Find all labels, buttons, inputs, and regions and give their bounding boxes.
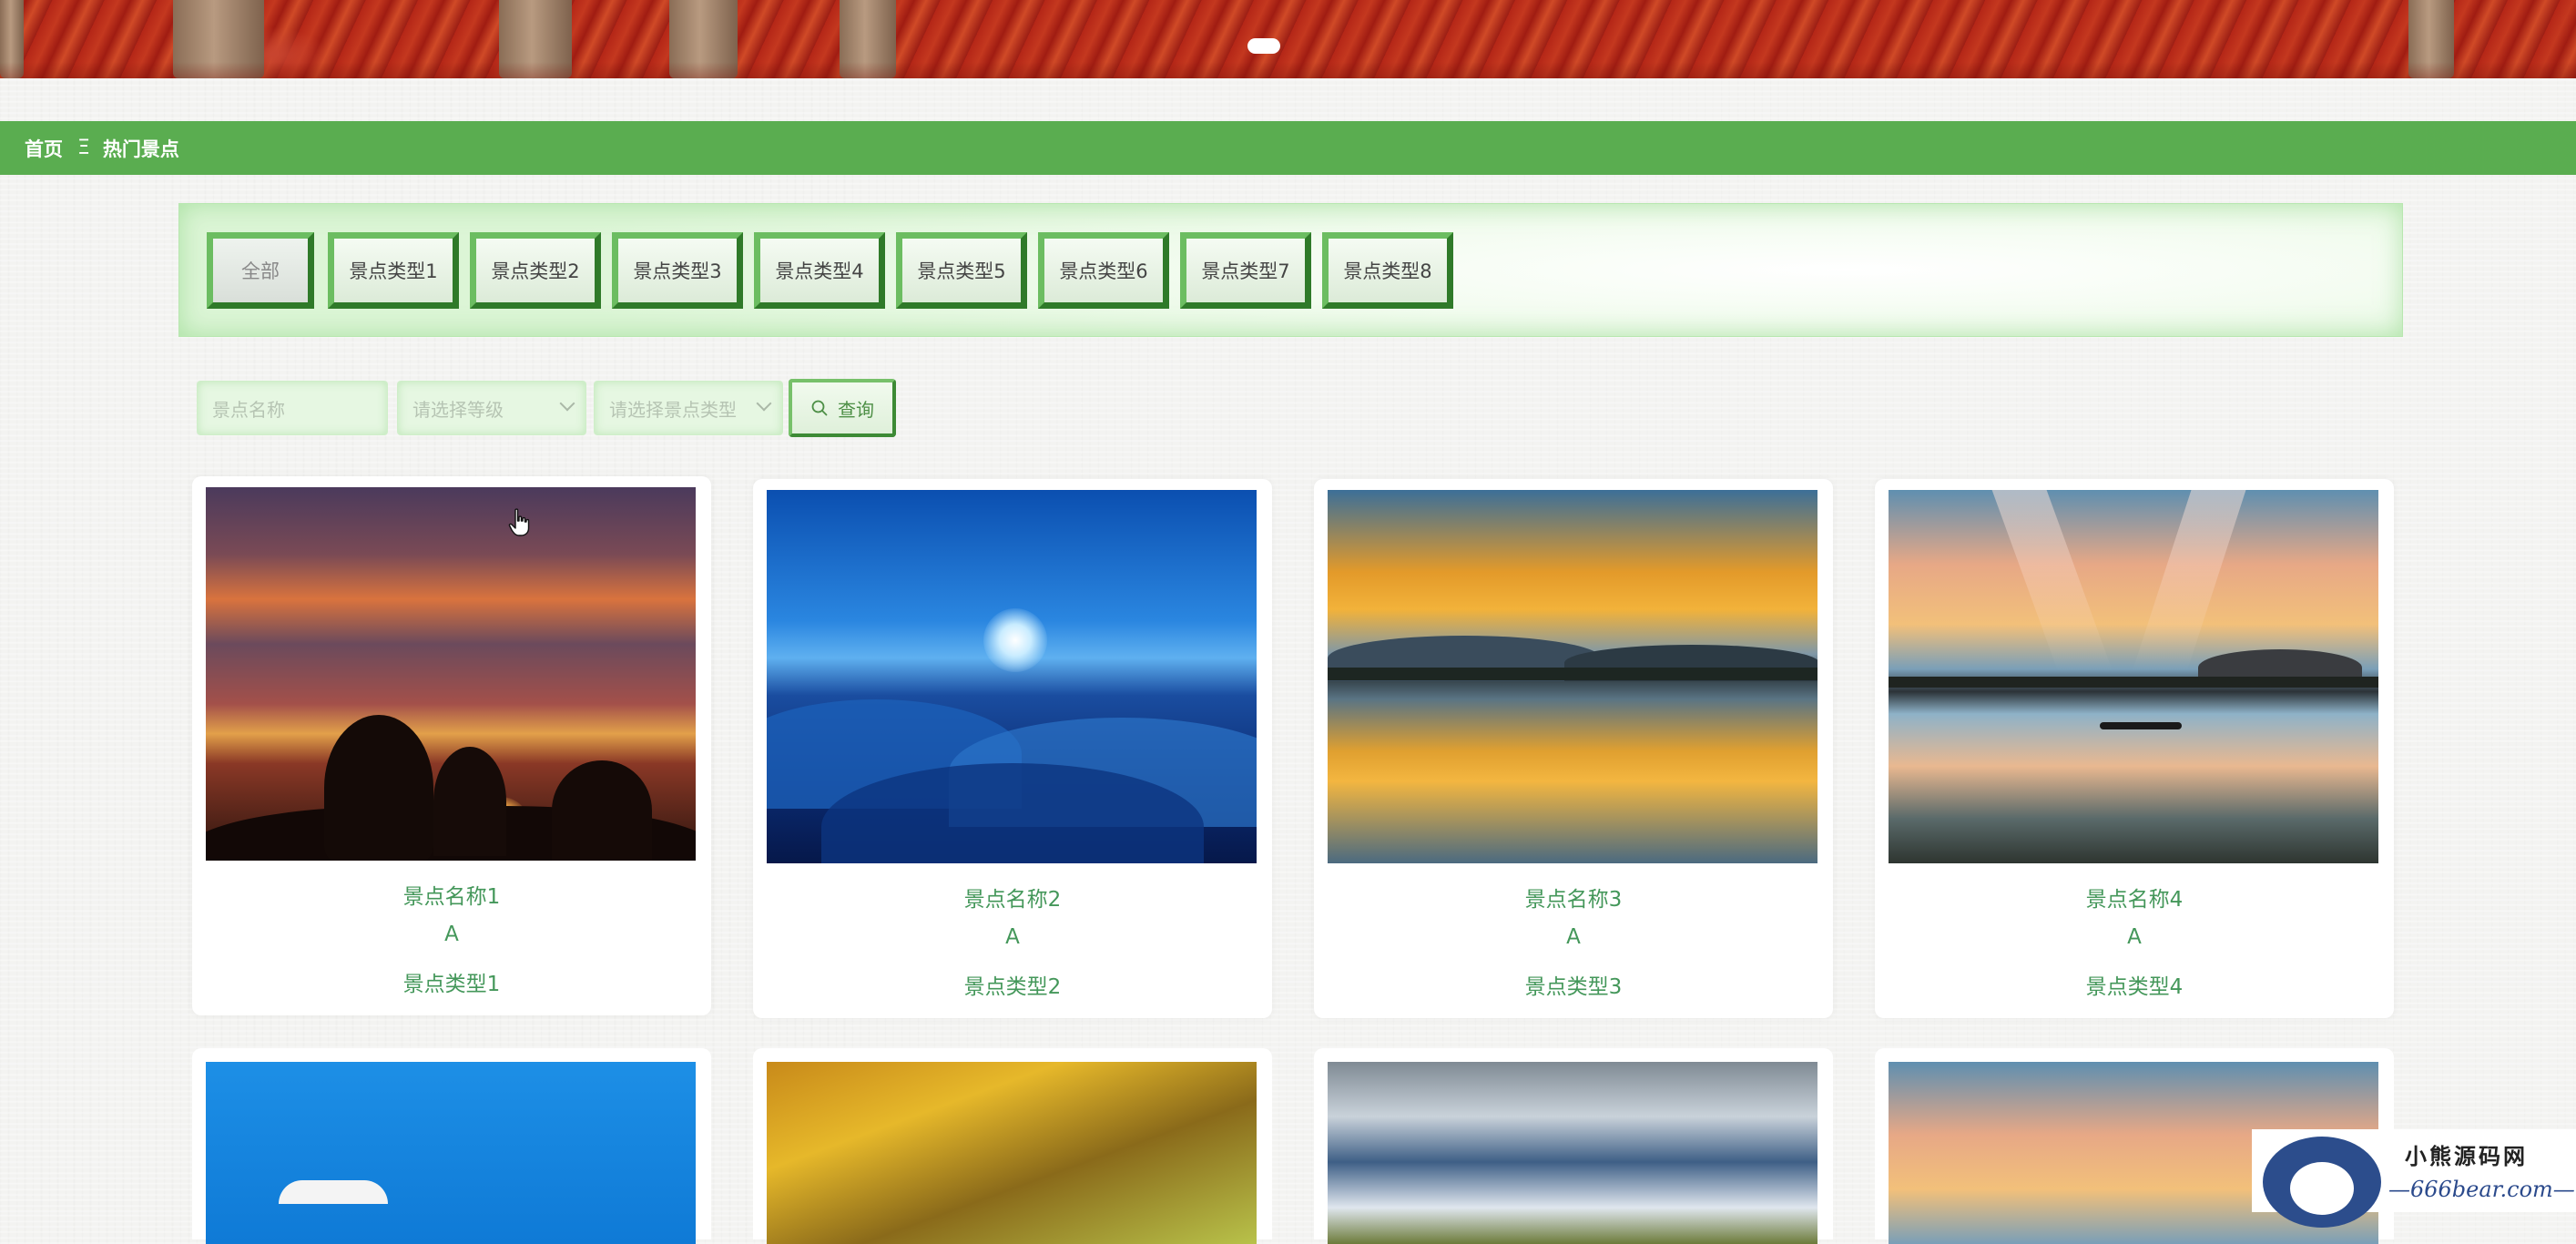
category-filter-panel: 全部 景点类型1 景点类型2 景点类型3 景点类型4 景点类型5 景点类型6 景… <box>178 203 2403 337</box>
spot-image <box>1889 490 2378 863</box>
category-button-3[interactable]: 景点类型3 <box>612 232 743 309</box>
search-button[interactable]: 查询 <box>789 379 896 437</box>
spot-image <box>206 487 696 861</box>
category-all-button[interactable]: 全部 <box>207 232 314 309</box>
spot-card[interactable]: 景点名称4 A 景点类型4 <box>1875 479 2394 1018</box>
spot-level: A <box>1566 925 1581 949</box>
spot-name: 景点名称2 <box>963 888 1062 912</box>
spot-image <box>206 1062 696 1244</box>
breadcrumb-separator-icon: Ξ <box>77 137 90 159</box>
spot-level: A <box>1005 925 1020 949</box>
breadcrumb-home[interactable]: 首页 <box>25 135 63 162</box>
hand-cursor-icon <box>508 508 530 536</box>
spot-type: 景点类型3 <box>1524 975 1623 999</box>
chevron-down-icon <box>559 395 575 412</box>
banner-carousel <box>0 0 2576 78</box>
search-button-label: 查询 <box>838 398 874 421</box>
spot-type-select-placeholder: 请选择景点类型 <box>609 398 737 421</box>
category-button-1[interactable]: 景点类型1 <box>328 232 459 309</box>
breadcrumb: 首页 Ξ 热门景点 <box>0 121 2576 175</box>
spot-image <box>767 490 1257 863</box>
spot-level: A <box>2127 925 2142 949</box>
breadcrumb-current: 热门景点 <box>102 138 179 160</box>
carousel-indicator[interactable] <box>1247 38 1280 54</box>
spot-image <box>1328 490 1817 863</box>
spot-image <box>767 1062 1257 1244</box>
spot-type: 景点类型4 <box>2085 975 2184 999</box>
spot-card[interactable]: 景点名称3 A 景点类型3 <box>1314 479 1833 1018</box>
spot-card[interactable]: 景点名称1 A 景点类型1 <box>192 476 711 1015</box>
spot-image <box>1328 1062 1817 1244</box>
search-icon <box>811 400 828 416</box>
spot-level: A <box>444 923 459 946</box>
level-select[interactable]: 请选择等级 <box>397 381 586 435</box>
category-button-5[interactable]: 景点类型5 <box>896 232 1027 309</box>
spot-card[interactable] <box>753 1048 1272 1244</box>
category-button-8[interactable]: 景点类型8 <box>1322 232 1453 309</box>
level-select-placeholder: 请选择等级 <box>412 398 504 421</box>
category-button-4[interactable]: 景点类型4 <box>754 232 885 309</box>
category-button-7[interactable]: 景点类型7 <box>1180 232 1311 309</box>
watermark-url: —666bear.com— <box>2388 1177 2575 1202</box>
spot-type: 景点类型1 <box>402 973 501 996</box>
spot-card[interactable] <box>1314 1048 1833 1244</box>
spot-name: 景点名称1 <box>402 885 501 909</box>
spot-name: 景点名称3 <box>1524 888 1623 912</box>
spot-name: 景点名称4 <box>2085 888 2184 912</box>
spot-card[interactable] <box>192 1048 711 1244</box>
spot-name-placeholder: 景点名称 <box>212 398 285 421</box>
spot-type: 景点类型2 <box>963 975 1062 999</box>
category-button-2[interactable]: 景点类型2 <box>470 232 601 309</box>
watermark-title: 小熊源码网 <box>2405 1143 2528 1169</box>
spot-card[interactable]: 景点名称2 A 景点类型2 <box>753 479 1272 1018</box>
chevron-down-icon <box>756 395 772 412</box>
category-button-6[interactable]: 景点类型6 <box>1038 232 1169 309</box>
watermark: 小熊源码网 —666bear.com— <box>2252 1129 2576 1228</box>
spot-type-select[interactable]: 请选择景点类型 <box>594 381 783 435</box>
spot-name-input[interactable]: 景点名称 <box>197 381 388 435</box>
